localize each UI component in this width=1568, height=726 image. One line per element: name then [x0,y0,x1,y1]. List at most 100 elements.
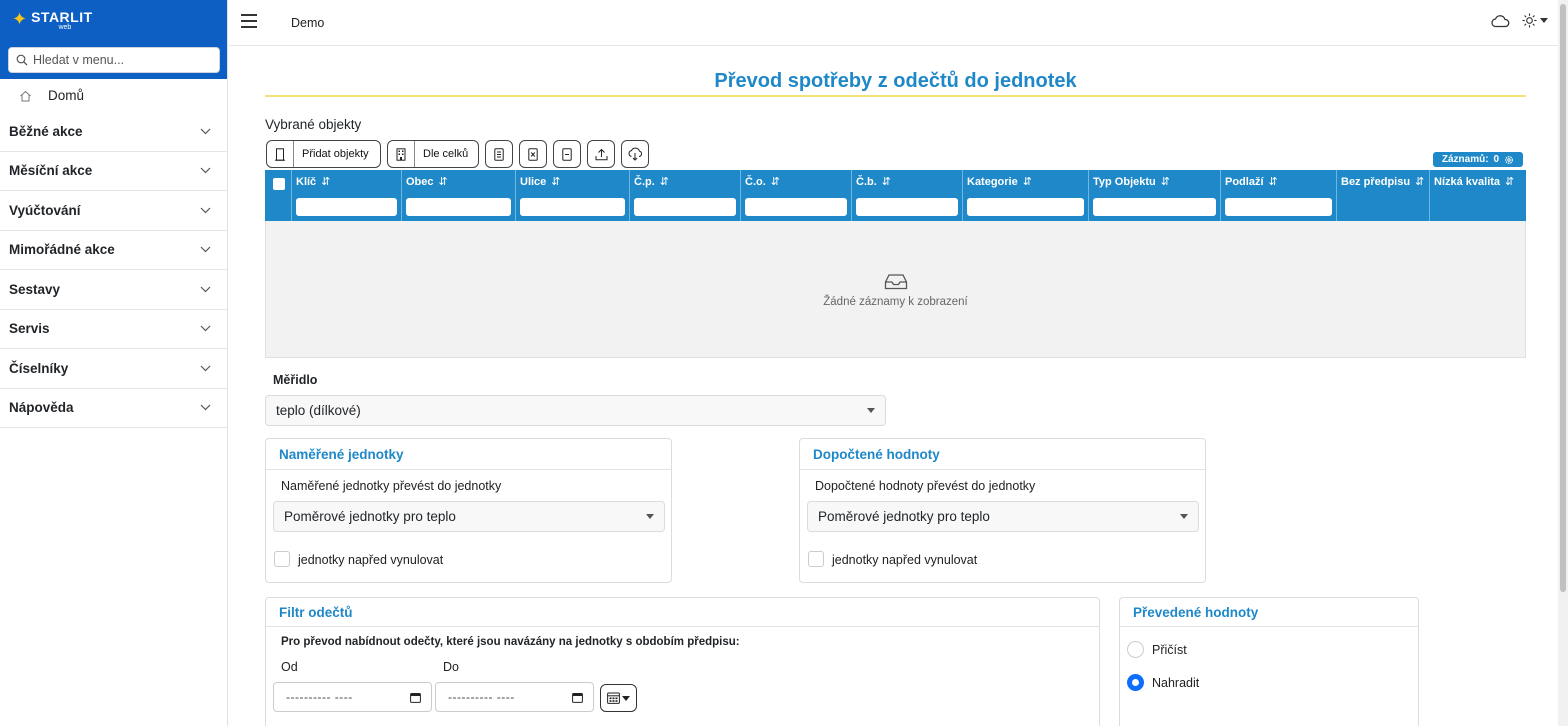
home-icon [20,90,31,101]
period-picker-button[interactable] [600,684,637,712]
computed-reset-label: jednotky napřed vynulovat [832,553,978,567]
sidebar-item[interactable]: Číselníky [0,349,227,389]
logo-name: STARLIT [31,9,93,25]
sidebar-item[interactable]: Běžné akce [0,112,227,152]
column-header[interactable]: Podlaží ⇵ [1221,170,1337,221]
column-header[interactable]: Typ Objektu ⇵ [1089,170,1221,221]
column-header[interactable]: Č.b. ⇵ [852,170,963,221]
search-icon [16,54,28,66]
selected-objects-label: Vybrané objekty [265,117,362,132]
column-filter-input[interactable] [1093,198,1216,216]
column-label: Podlaží [1225,176,1264,188]
add-objects-button[interactable]: Přidat objekty [266,140,381,168]
column-filter-input[interactable] [745,198,847,216]
logo[interactable]: ✦ STARLIT web [12,10,93,31]
radio-replace[interactable] [1127,674,1144,691]
cloud-download-button[interactable] [621,140,649,168]
search-input[interactable] [33,53,213,67]
chevron-down-icon [200,365,211,372]
sidebar-item-label: Běžné akce [9,123,83,139]
from-label: Od [281,660,298,674]
chevron-down-icon [200,404,211,411]
sidebar-item[interactable]: Měsíční akce [0,152,227,191]
objects-grid: Klíč ⇵ Obec ⇵ Ulice ⇵ Č.p. ⇵ Č.o. ⇵ Č.b. ⇵ Kategorie… [265,170,1526,358]
cloud-download-icon [628,147,642,161]
column-header[interactable]: Nízká kvalita ⇵ [1430,170,1523,221]
computed-unit-select[interactable]: Poměrové jednotky pro teplo [807,501,1199,532]
column-header[interactable]: Obec ⇵ [402,170,516,221]
page-scrollbar[interactable] [1558,0,1568,726]
remove-document-button[interactable] [519,140,547,168]
cloud-icon[interactable] [1490,14,1510,28]
theme-switch[interactable] [1522,13,1548,28]
sidebar-item[interactable]: Vyúčtování [0,191,227,231]
brand-header: ✦ STARLIT web [0,0,227,79]
column-filter-input[interactable] [406,198,511,216]
column-header[interactable]: Č.o. ⇵ [741,170,852,221]
to-date-input[interactable]: ---------- ---- [435,682,594,712]
sort-icon[interactable]: ⇵ [1505,176,1514,188]
column-header[interactable]: Bez předpisu ⇵ [1337,170,1430,221]
column-label: Č.b. [856,176,877,188]
sort-icon[interactable]: ⇵ [551,176,560,188]
blank-document-button[interactable] [553,140,581,168]
sidebar-item[interactable]: Servis [0,310,227,349]
radio-add[interactable] [1127,641,1144,658]
calendar-grid-icon [607,692,620,704]
chevron-down-icon [200,286,211,293]
measured-unit-select[interactable]: Poměrové jednotky pro teplo [273,501,665,532]
sidebar-item[interactable]: Mimořádné akce [0,231,227,270]
breadcrumb[interactable]: Demo [291,16,324,30]
column-header[interactable]: Kategorie ⇵ [963,170,1089,221]
column-header[interactable]: Č.p. ⇵ [630,170,741,221]
records-badge[interactable]: Záznamů: 0 [1433,152,1523,167]
sort-icon[interactable]: ⇵ [771,176,780,188]
star-icon: ✦ [12,9,28,29]
computed-values-card: Dopočtené hodnoty Dopočtené hodnoty přev… [799,438,1206,583]
column-header[interactable]: Ulice ⇵ [516,170,630,221]
column-filter-input[interactable] [1225,198,1332,216]
sort-icon[interactable]: ⇵ [1161,176,1170,188]
column-label: Obec [406,176,434,188]
computed-reset-checkbox[interactable] [808,551,824,567]
by-whole-button[interactable]: Dle celků [387,140,479,168]
calendar-icon [572,692,583,703]
menu-search [8,47,220,73]
sort-icon[interactable]: ⇵ [882,176,891,188]
column-filter-input[interactable] [967,198,1084,216]
sort-icon[interactable]: ⇵ [1415,176,1424,188]
from-date-input[interactable]: ---------- ---- [273,682,432,712]
column-filter-input[interactable] [296,198,397,216]
select-all-checkbox[interactable] [273,178,285,190]
sort-icon[interactable]: ⇵ [321,176,330,188]
sort-icon[interactable]: ⇵ [1023,176,1032,188]
grid-header: Klíč ⇵ Obec ⇵ Ulice ⇵ Č.p. ⇵ Č.o. ⇵ Č.b. ⇵ Kategorie… [265,170,1526,221]
column-filter-input[interactable] [520,198,625,216]
page-title: Převod spotřeby z odečtů do jednotek [714,70,1077,92]
sidebar-item[interactable]: Sestavy [0,270,227,310]
export-button[interactable] [587,140,615,168]
chevron-down-icon [622,695,630,701]
measured-reset-checkbox[interactable] [274,551,290,567]
upload-icon [595,148,607,160]
measured-reset-label: jednotky napřed vynulovat [298,553,444,567]
document-x-icon [528,147,538,161]
sidebar-item[interactable]: Nápověda [0,389,227,428]
column-filter-input[interactable] [856,198,958,216]
filter-description: Pro převod nabídnout odečty, které jsou … [281,636,740,648]
meter-select[interactable]: teplo (dílkové) [265,395,886,426]
radio-add-label: Přičíst [1152,643,1187,657]
column-header[interactable]: Klíč ⇵ [292,170,402,221]
building-icon [396,147,406,161]
sort-icon[interactable]: ⇵ [1269,176,1278,188]
meter-label: Měřidlo [273,373,318,387]
sort-icon[interactable]: ⇵ [439,176,448,188]
records-label: Záznamů: [1441,154,1489,165]
sidebar-item-label: Číselníky [9,360,69,376]
column-filter-input[interactable] [634,198,736,216]
menu-icon[interactable] [241,14,257,28]
list-document-button[interactable] [485,140,513,168]
sidebar-item-home[interactable]: Domů [0,79,227,112]
sort-icon[interactable]: ⇵ [660,176,669,188]
document-list-icon [494,147,504,161]
